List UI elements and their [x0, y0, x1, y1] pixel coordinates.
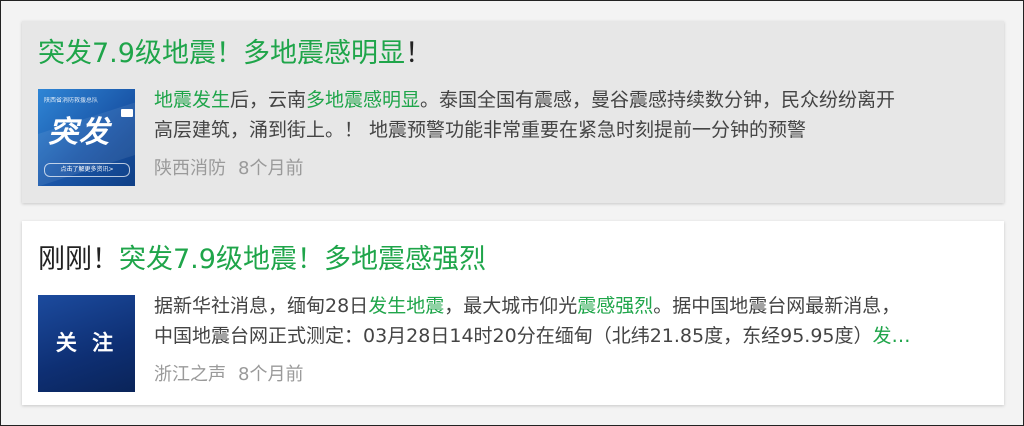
thumbnail-pill-text: 点击了解更多资讯> [44, 163, 130, 177]
title-segment[interactable]: 突发7.9级地震！多地震感明显 [38, 38, 405, 69]
snippet-segment: 多地震感明显 [306, 89, 421, 111]
snippet-line: 高层建筑，涌到街上。！ 地震预警功能非常重要在紧急时刻提前一分钟的预警 [154, 115, 994, 145]
news-source: 陕西消防 [154, 158, 226, 179]
news-snippet: 据新华社消息，缅甸28日发生地震，最大城市仰光震感强烈。据中国地震台网最新消息，… [154, 291, 994, 351]
snippet-line: 中国地震台网正式测定：03月28日14时20分在缅甸（北纬21.85度，东经95… [154, 321, 994, 351]
title-segment[interactable]: 突发7.9级地震！多地震感强烈 [119, 244, 486, 275]
title-segment[interactable]: 刚刚！ [38, 244, 119, 275]
snippet-segment: ，最大城市仰光 [444, 295, 578, 317]
news-result-card[interactable]: 刚刚！突发7.9级地震！多地震感强烈 关 注 据新华社消息，缅甸28日发生地震，… [22, 221, 1004, 405]
snippet-segment: 据新华社消息，缅甸28日 [154, 295, 369, 317]
news-snippet: 地震发生后，云南多地震感明显。泰国全国有震感，曼谷震感持续数分钟，民众纷纷离开 … [154, 85, 994, 145]
thumbnail-tag [121, 109, 133, 117]
thumbnail-org-text: 陕西省消防救援总队 [44, 97, 99, 104]
snippet-segment: 发… [872, 325, 911, 347]
title-segment[interactable]: ！ [405, 38, 432, 69]
news-time: 8个月前 [238, 364, 304, 385]
news-meta: 浙江之声 8个月前 [154, 363, 303, 387]
snippet-segment: 震感强烈 [577, 295, 654, 317]
news-result-card[interactable]: 突发7.9级地震！多地震感明显！ 陕西省消防救援总队 突发 点击了解更多资讯> … [22, 21, 1004, 203]
news-time: 8个月前 [238, 158, 304, 179]
thumbnail-main-text: 突发 [48, 115, 110, 150]
news-thumbnail[interactable]: 陕西省消防救援总队 突发 点击了解更多资讯> [38, 89, 135, 186]
news-source: 浙江之声 [154, 364, 226, 385]
results-panel: 突发7.9级地震！多地震感明显！ 陕西省消防救援总队 突发 点击了解更多资讯> … [0, 0, 1024, 426]
snippet-segment: 。据中国地震台网最新消息， [653, 295, 901, 317]
news-title-link[interactable]: 刚刚！突发7.9级地震！多地震感强烈 [38, 243, 486, 277]
snippet-segment: 。泰国全国有震感，曼谷震感持续数分钟，民众纷纷离开 [420, 89, 896, 111]
snippet-segment: 中国地震台网正式测定：03月28日14时20分在缅甸（北纬21.85度，东经95… [154, 325, 873, 347]
snippet-line: 地震发生后，云南多地震感明显。泰国全国有震感，曼谷震感持续数分钟，民众纷纷离开 [154, 85, 994, 115]
snippet-segment: 发生地震 [368, 295, 445, 317]
news-meta: 陕西消防 8个月前 [154, 157, 303, 181]
news-title-link[interactable]: 突发7.9级地震！多地震感明显！ [38, 37, 432, 71]
snippet-segment: 后，云南 [230, 89, 307, 111]
snippet-segment: 地震发生 [154, 89, 231, 111]
thumbnail-main-text: 关 注 [55, 330, 118, 355]
news-thumbnail[interactable]: 关 注 [38, 295, 135, 392]
snippet-segment: 高层建筑，涌到街上。！ 地震预警功能非常重要在紧急时刻提前一分钟的预警 [154, 119, 807, 141]
snippet-line: 据新华社消息，缅甸28日发生地震，最大城市仰光震感强烈。据中国地震台网最新消息， [154, 291, 994, 321]
